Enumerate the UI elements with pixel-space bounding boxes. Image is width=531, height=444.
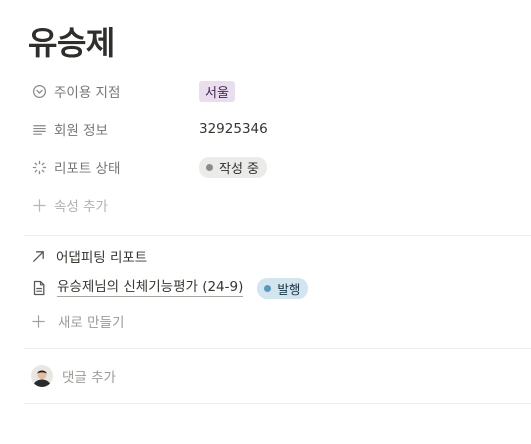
add-property-button[interactable]: 속성 추가 [31,191,511,219]
section-divider [24,235,531,236]
property-label-text: 회원 정보 [54,123,108,139]
property-label-branch[interactable]: 주이용 지점 [31,81,199,101]
relation-status-label: 발행 [277,281,301,297]
property-row-member-info: 회원 정보 32925346 [31,115,511,143]
plus-icon [31,314,46,329]
new-relation-label: 새로 만들기 [58,315,125,331]
relation-item[interactable]: 유승제님의 신체기능평가 (24-9) 발행 [31,276,309,300]
property-row-report-status: 리포트 상태 작성 중 [31,153,511,181]
text-lines-icon [31,121,47,137]
page-icon [31,280,47,296]
add-property-label: 속성 추가 [31,195,199,215]
status-spinner-icon [31,159,47,175]
section-divider [24,348,531,349]
relation-header[interactable]: 어댑피팅 리포트 [31,244,147,268]
relation-status-badge: 발행 [257,277,309,299]
chevron-circle-icon [31,83,47,99]
new-relation-button[interactable]: 새로 만들기 [31,309,124,333]
status-badge-label: 작성 중 [219,161,260,177]
property-label-report-status[interactable]: 리포트 상태 [31,157,199,177]
relation-header-label: 어댑피팅 리포트 [56,250,148,266]
property-label-text: 리포트 상태 [54,161,121,177]
arrow-up-right-icon [31,249,46,264]
add-property-text: 속성 추가 [54,199,108,215]
property-value-report-status[interactable]: 작성 중 [199,156,268,178]
comment-placeholder: 댓글 추가 [62,370,116,386]
property-value-branch[interactable]: 서울 [199,80,235,102]
status-dot-icon [206,163,213,171]
status-dot-icon [264,284,272,292]
property-row-branch: 주이용 지점 서울 [31,77,511,105]
property-label-text: 주이용 지점 [54,85,121,101]
status-badge: 작성 중 [199,156,268,178]
plus-icon [31,197,47,213]
select-tag: 서울 [199,80,235,102]
comment-input[interactable]: 댓글 추가 [31,363,116,389]
avatar [31,365,53,387]
section-divider [24,403,531,404]
property-label-member-info[interactable]: 회원 정보 [31,119,199,139]
relation-item-link[interactable]: 유승제님의 신체기능평가 (24-9) [57,279,244,297]
property-value-member-info[interactable]: 32925346 [199,121,268,137]
page-title[interactable]: 유승제 [28,18,115,64]
